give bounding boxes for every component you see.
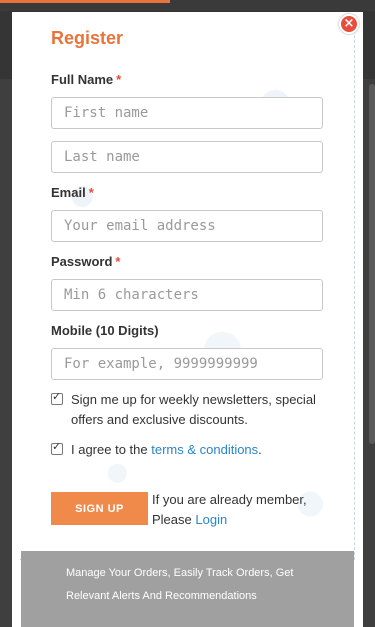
close-button[interactable]: × xyxy=(339,14,359,34)
page-topbar-accent xyxy=(0,0,170,3)
required-mark: * xyxy=(115,254,121,269)
last-name-field[interactable] xyxy=(51,141,323,173)
required-mark: * xyxy=(88,185,94,200)
newsletter-label: Sign me up for weekly newsletters, speci… xyxy=(71,392,316,427)
page-scrollbar[interactable] xyxy=(369,84,375,444)
signup-button[interactable]: SIGN UP xyxy=(51,492,148,525)
mobile-field[interactable] xyxy=(51,348,323,380)
full-name-label: Full Name * xyxy=(51,72,122,87)
terms-checkbox[interactable] xyxy=(51,440,63,455)
required-mark: * xyxy=(116,72,122,87)
newsletter-checkbox[interactable] xyxy=(51,390,63,405)
terms-link[interactable]: terms & conditions xyxy=(151,442,258,457)
email-label: Email * xyxy=(51,185,94,200)
first-name-field[interactable] xyxy=(51,97,323,129)
footer-benefits-text: Manage Your Orders, Easily Track Orders,… xyxy=(66,567,294,602)
newsletter-row: Sign me up for weekly newsletters, speci… xyxy=(51,390,331,430)
already-member-text: If you are already member, Please Login xyxy=(152,492,307,527)
email-field[interactable] xyxy=(51,210,323,242)
login-link[interactable]: Login xyxy=(195,512,227,527)
terms-row: I agree to the terms & conditions. xyxy=(51,440,331,460)
password-label: Password * xyxy=(51,254,121,269)
modal-title: Register xyxy=(51,28,124,48)
password-field[interactable] xyxy=(51,279,323,311)
mobile-label: Mobile (10 Digits) xyxy=(51,323,159,338)
terms-label: I agree to the terms & conditions. xyxy=(71,442,262,457)
